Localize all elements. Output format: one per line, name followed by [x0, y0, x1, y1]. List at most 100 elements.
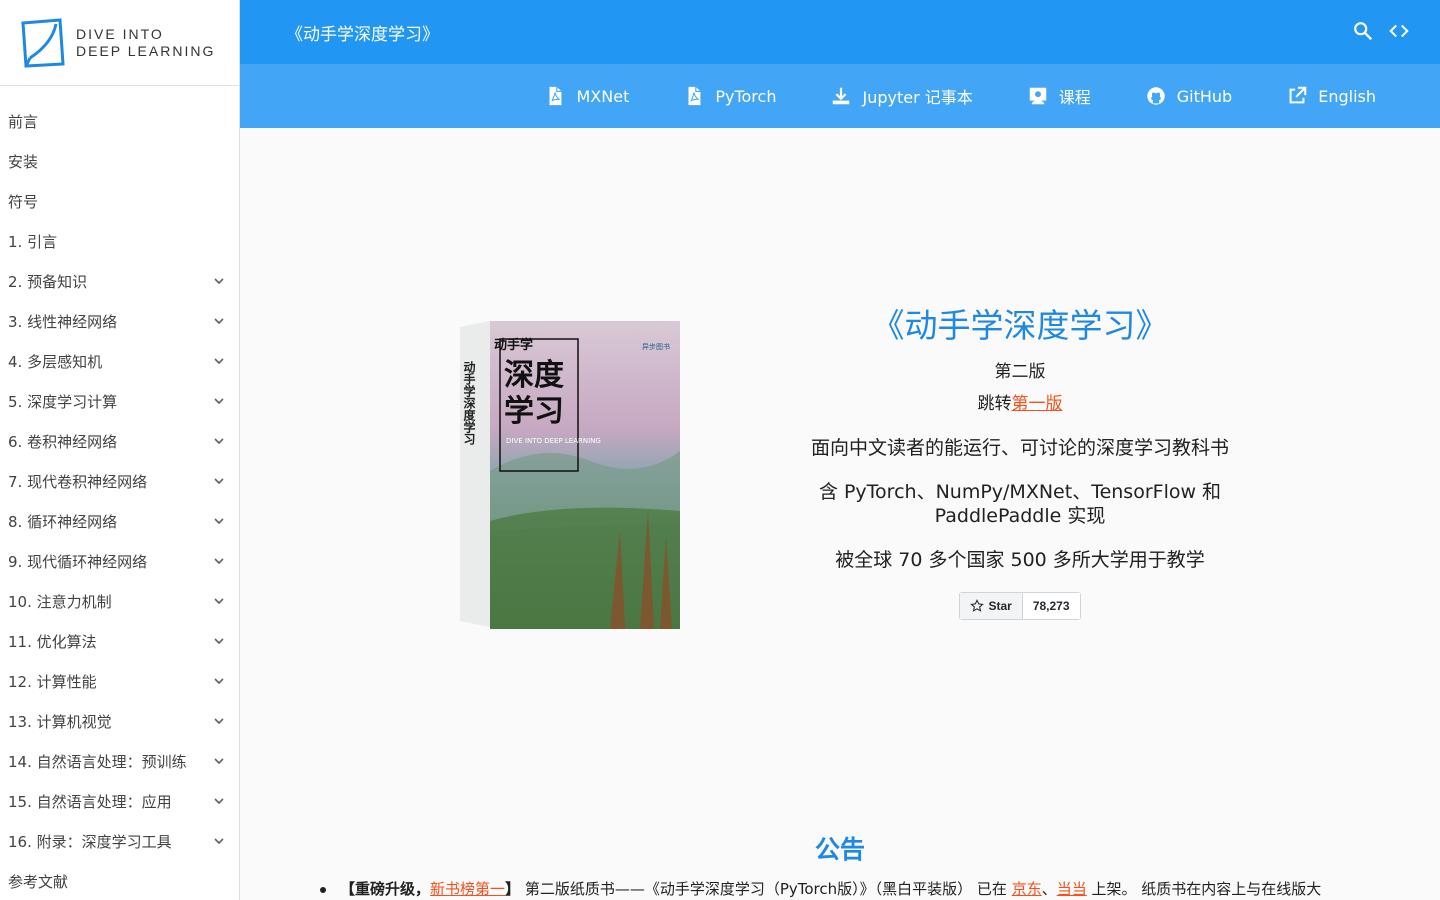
sidebar-item[interactable]: 前言	[0, 101, 239, 141]
download-icon	[833, 87, 850, 105]
sidebar-nav: 前言安装符号 1. 引言 2. 预备知识 3. 线性神经网络 4. 多层感知机 5. 深度…	[0, 86, 239, 900]
hero: 《动手学深度学习》 第二版 跳转第一版 面向中文读者的能运行、可讨论的深度学习教…	[800, 300, 1240, 620]
chevron-down-icon[interactable]	[213, 755, 225, 767]
sidebar-item[interactable]: 参考文献	[0, 861, 239, 900]
sidebar-item-label: 5. 深度学习计算	[8, 392, 118, 411]
bestseller-link[interactable]: 新书榜第一	[430, 880, 505, 898]
sidebar-item[interactable]: 11. 优化算法	[0, 621, 239, 661]
sidebar-item[interactable]: 14. 自然语言处理：预训练	[0, 741, 239, 781]
dangdang-link[interactable]: 当当	[1057, 880, 1087, 898]
sidebar-item-label: 12. 计算性能	[8, 672, 97, 691]
hero-title: 《动手学深度学习》	[871, 306, 1169, 345]
sidebar-item[interactable]: 6. 卷积神经网络	[0, 421, 239, 461]
jump-prefix: 跳转	[977, 394, 1012, 414]
chevron-down-icon[interactable]	[213, 595, 225, 607]
sidebar-item[interactable]: 9. 现代循环神经网络	[0, 541, 239, 581]
chevron-down-icon[interactable]	[213, 475, 225, 487]
subnav: MXNet PyTorch Jupyter 记事本 课程 GitHub English	[544, 64, 1376, 128]
chevron-down-icon[interactable]	[213, 275, 225, 287]
subnav-item[interactable]: PyTorch	[683, 85, 776, 107]
hero-edition: 第二版	[994, 362, 1046, 382]
announcement-item: 【重磅升级，新书榜第一】 第二版纸质书——《动手学深度学习（PyTorch版）》…	[320, 878, 1420, 899]
chevron-down-icon[interactable]	[213, 355, 225, 367]
sidebar-item[interactable]: 1. 引言	[0, 221, 239, 261]
chevron-down-icon[interactable]	[213, 715, 225, 727]
sidebar-item-label: 6. 卷积神经网络	[8, 432, 118, 451]
subnav-item[interactable]: English	[1286, 85, 1376, 107]
sidebar-item[interactable]: 5. 深度学习计算	[0, 381, 239, 421]
search-icon[interactable]	[1352, 20, 1374, 42]
logo-text: DIVE INTO DEEP LEARNING	[76, 26, 215, 60]
star-button[interactable]: Star	[960, 593, 1023, 619]
sidebar-item[interactable]: 15. 自然语言处理：应用	[0, 781, 239, 821]
logo-line-1: DIVE INTO	[76, 25, 164, 42]
sidebar-item[interactable]: 8. 循环神经网络	[0, 501, 239, 541]
hero-adoption: 被全球 70 多个国家 500 多所大学用于教学	[835, 549, 1205, 571]
subnav-item[interactable]: GitHub	[1145, 85, 1232, 107]
chevron-down-icon[interactable]	[213, 635, 225, 647]
chevron-down-icon[interactable]	[213, 315, 225, 327]
pdf-icon	[549, 86, 562, 106]
sidebar-item[interactable]: 4. 多层感知机	[0, 341, 239, 381]
sidebar-item[interactable]: 16. 附录：深度学习工具	[0, 821, 239, 861]
hero-jump: 跳转第一版	[800, 392, 1240, 416]
sidebar-item-label: 10. 注意力机制	[8, 592, 112, 611]
sidebar-item[interactable]: 符号	[0, 181, 239, 221]
chevron-down-icon[interactable]	[213, 435, 225, 447]
book-spine: 动手学深度学习	[462, 361, 476, 446]
book-brand: 动手学	[494, 337, 533, 353]
bracket-close: 】	[505, 880, 521, 898]
top-header: 《动手学深度学习》	[240, 0, 1440, 64]
sidebar-item-label: 符号	[8, 192, 39, 211]
bullet-icon	[320, 886, 326, 893]
sidebar-item-label: 15. 自然语言处理：应用	[8, 792, 172, 811]
subnav-item[interactable]: Jupyter 记事本	[830, 84, 973, 108]
d2l-logo-icon	[21, 17, 65, 68]
book-title-line2: 学习	[504, 394, 564, 429]
chevron-down-icon[interactable]	[213, 515, 225, 527]
chevron-down-icon[interactable]	[213, 395, 225, 407]
github-star-widget: Star 78,273	[959, 592, 1081, 620]
book-subtitle: DIVE INTO DEEP LEARNING	[506, 437, 601, 445]
sidebar-item-label: 2. 预备知识	[8, 272, 88, 291]
chevron-down-icon[interactable]	[213, 795, 225, 807]
sidebar-item[interactable]: 12. 计算性能	[0, 661, 239, 701]
sidebar-item-label: 11. 优化算法	[8, 632, 97, 651]
book-cover-image: 动手学 深度 学习 DIVE INTO DEEP LEARNING 异步图书 动…	[460, 321, 680, 629]
sidebar-item[interactable]: 3. 线性神经网络	[0, 301, 239, 341]
site-logo[interactable]: DIVE INTO DEEP LEARNING	[0, 0, 239, 86]
sidebar-item-label: 安装	[8, 152, 39, 171]
github-icon	[1147, 87, 1165, 105]
subnav-label: 课程	[1058, 88, 1091, 107]
book-badge: 异步图书	[642, 342, 670, 351]
sidebar-item-label: 9. 现代循环神经网络	[8, 552, 148, 571]
star-count[interactable]: 78,273	[1022, 593, 1080, 619]
star-label: Star	[988, 599, 1012, 613]
subnav-item[interactable]: MXNet	[544, 85, 629, 107]
announcement-bold: 重磅升级，	[355, 880, 431, 898]
sidebar-item[interactable]: 13. 计算机视觉	[0, 701, 239, 741]
chevron-down-icon[interactable]	[213, 555, 225, 567]
announcement-sep: 、	[1041, 880, 1057, 898]
chevron-down-icon[interactable]	[213, 835, 225, 847]
sidebar-item-label: 前言	[8, 112, 39, 131]
chevron-down-icon[interactable]	[213, 675, 225, 687]
sidebar-item-label: 13. 计算机视觉	[8, 712, 112, 731]
announcement-text-1: 第二版纸质书——《动手学深度学习（PyTorch版）》（黑白平装版） 已在	[520, 880, 1012, 898]
sidebar-item-label: 1. 引言	[8, 232, 58, 251]
sidebar-item[interactable]: 10. 注意力机制	[0, 581, 239, 621]
subnav-label: MXNet	[576, 86, 630, 106]
book-title-line1: 深度	[504, 358, 564, 393]
announcement-text-2: 上架。 纸质书在内容上与在线版大	[1086, 880, 1322, 898]
sidebar-item-label: 7. 现代卷积神经网络	[8, 472, 148, 491]
header-title[interactable]: 《动手学深度学习》	[286, 20, 439, 45]
subnav-item[interactable]: 课程	[1027, 84, 1091, 108]
sidebar-item-label: 参考文献	[8, 872, 69, 891]
sidebar-item[interactable]: 2. 预备知识	[0, 261, 239, 301]
sidebar-item[interactable]: 7. 现代卷积神经网络	[0, 461, 239, 501]
code-icon[interactable]	[1388, 20, 1410, 42]
sidebar-item[interactable]: 安装	[0, 141, 239, 181]
pdf-icon	[688, 86, 701, 106]
jd-link[interactable]: 京东	[1012, 880, 1042, 898]
first-edition-link[interactable]: 第一版	[1012, 394, 1063, 414]
